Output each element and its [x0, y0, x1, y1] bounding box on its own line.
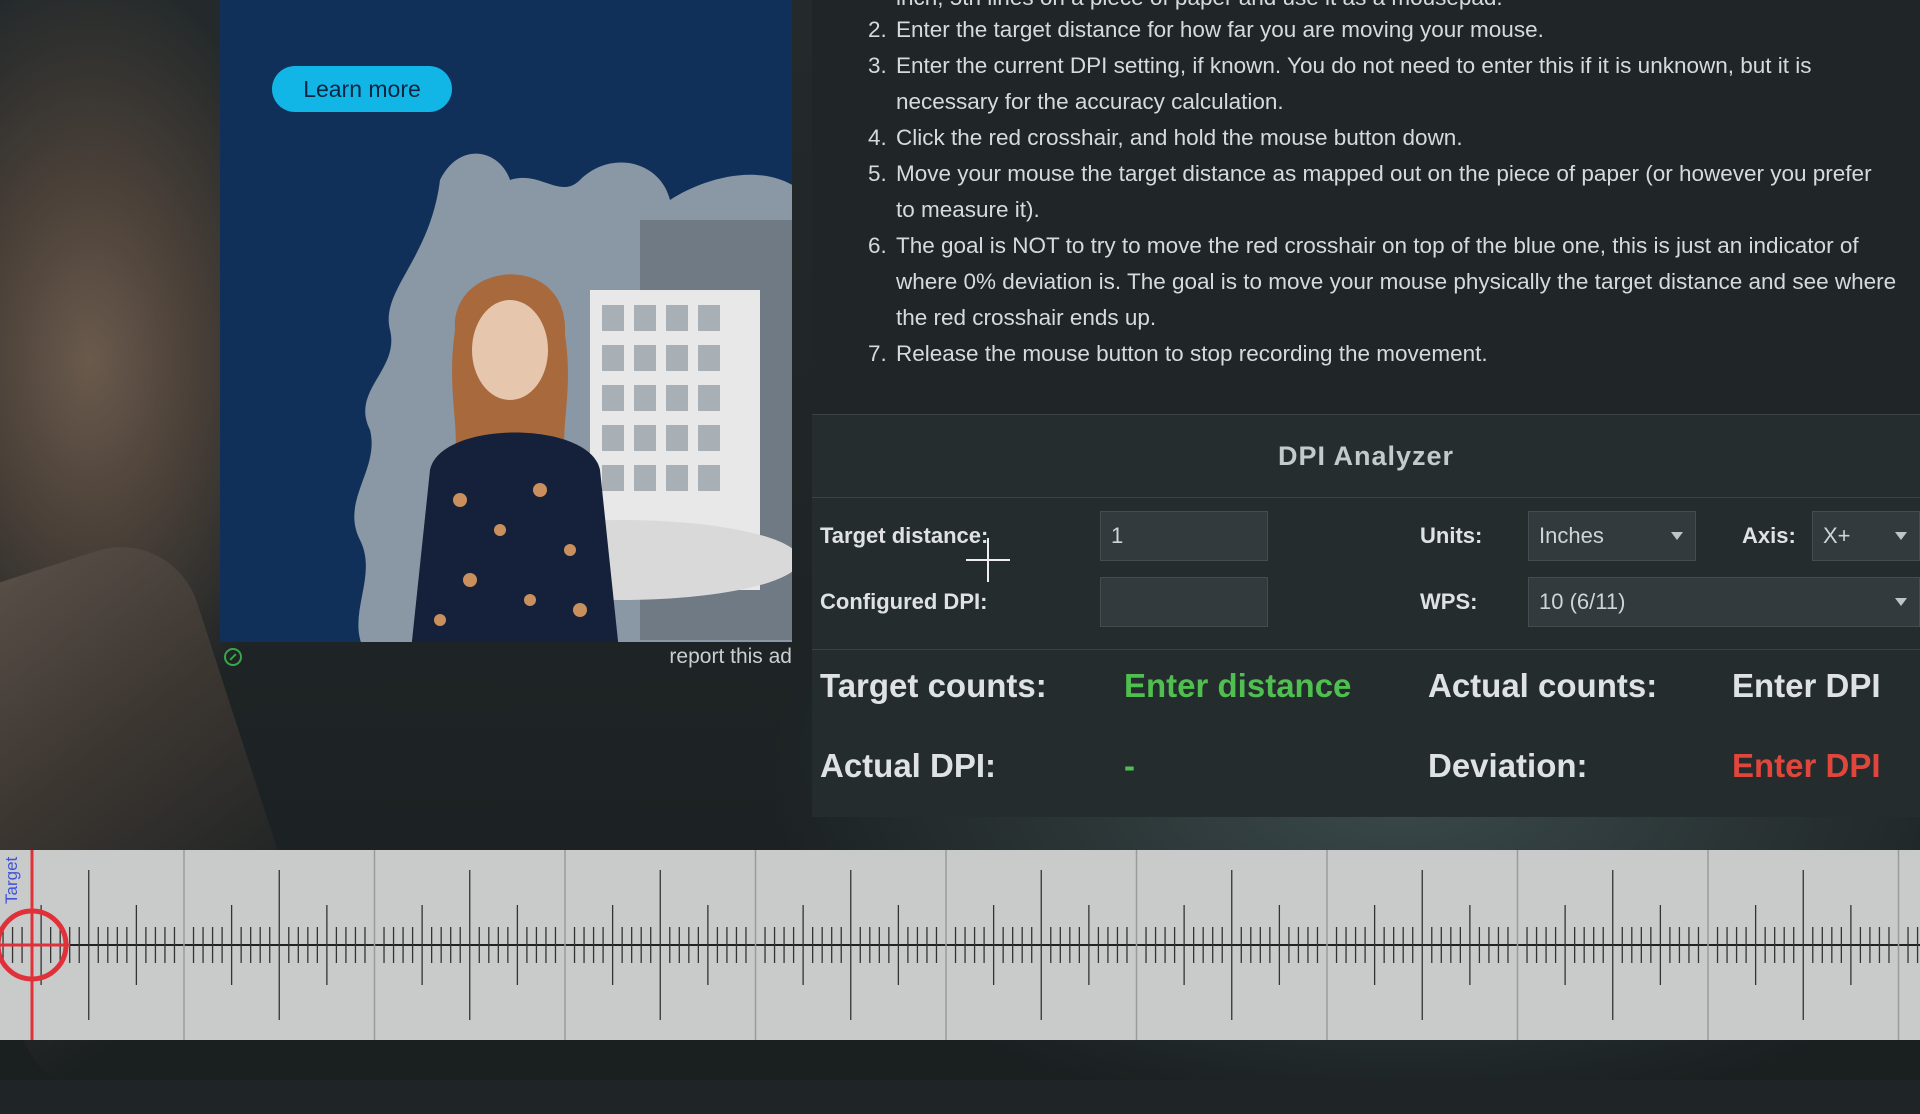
advertisement[interactable]: Learn more	[220, 0, 792, 642]
axis-select[interactable]: X+	[1812, 511, 1920, 561]
actual-counts-label: Actual counts:	[1428, 667, 1658, 704]
wps-select-value: 10 (6/11)	[1539, 589, 1626, 614]
units-select[interactable]: Inches	[1528, 511, 1696, 561]
target-distance-input[interactable]: 1	[1100, 511, 1268, 561]
chevron-down-icon	[1895, 598, 1907, 606]
wps-select[interactable]: 10 (6/11)	[1528, 577, 1920, 627]
instruction-item: 7. Release the mouse button to stop recor…	[868, 341, 1488, 366]
units-label: Units:	[1420, 523, 1483, 548]
instruction-item: 3. Enter the current DPI setting, if know…	[868, 53, 1812, 114]
ruler-ticks	[0, 850, 1920, 1040]
report-ad-link[interactable]: report this ad	[669, 645, 792, 669]
units-select-value: Inches	[1539, 523, 1604, 548]
analyzer-divider	[812, 649, 1920, 650]
configured-dpi-label: Configured DPI:	[820, 589, 988, 614]
deviation-label: Deviation:	[1428, 747, 1588, 784]
ad-footer: report this ad	[220, 642, 792, 672]
axis-select-value: X+	[1823, 523, 1851, 548]
instruction-list: 2. Enter the target distance for how far …	[812, 12, 1920, 372]
instruction-item: 6. The goal is NOT to try to move the red…	[868, 233, 1897, 330]
instructions-panel: inch, 5th lines on a piece of paper and …	[812, 0, 1920, 382]
analyzer-title: DPI Analyzer	[812, 415, 1920, 498]
actual-counts-value: Enter DPI	[1732, 667, 1881, 704]
red-crosshair[interactable]	[0, 850, 80, 1040]
instruction-item: 4. Click the red crosshair, and hold the …	[868, 125, 1463, 150]
wps-label: WPS:	[1420, 589, 1478, 614]
instruction-item: 2. Enter the target distance for how far …	[868, 17, 1544, 42]
instruction-item: 5. Move your mouse the target distance as…	[868, 161, 1872, 222]
movement-ruler[interactable]	[0, 850, 1920, 1040]
configured-dpi-input[interactable]	[1100, 577, 1268, 627]
learn-more-button[interactable]: Learn more	[272, 66, 452, 112]
target-counts-label: Target counts:	[820, 667, 1047, 704]
ad-photo	[354, 153, 792, 642]
actual-dpi-value: -	[1124, 747, 1135, 784]
dpi-analyzer-panel: DPI Analyzer Target distance: 1 Units: I…	[812, 414, 1920, 817]
chevron-down-icon	[1895, 532, 1907, 540]
target-counts-value: Enter distance	[1124, 667, 1352, 704]
deviation-value: Enter DPI	[1732, 747, 1881, 784]
ad-verified-icon	[224, 648, 242, 666]
chevron-down-icon	[1671, 532, 1683, 540]
actual-dpi-label: Actual DPI:	[820, 747, 997, 784]
axis-label: Axis:	[1742, 523, 1796, 548]
target-distance-label: Target distance:	[820, 523, 989, 548]
mouse-cursor	[966, 538, 1010, 582]
